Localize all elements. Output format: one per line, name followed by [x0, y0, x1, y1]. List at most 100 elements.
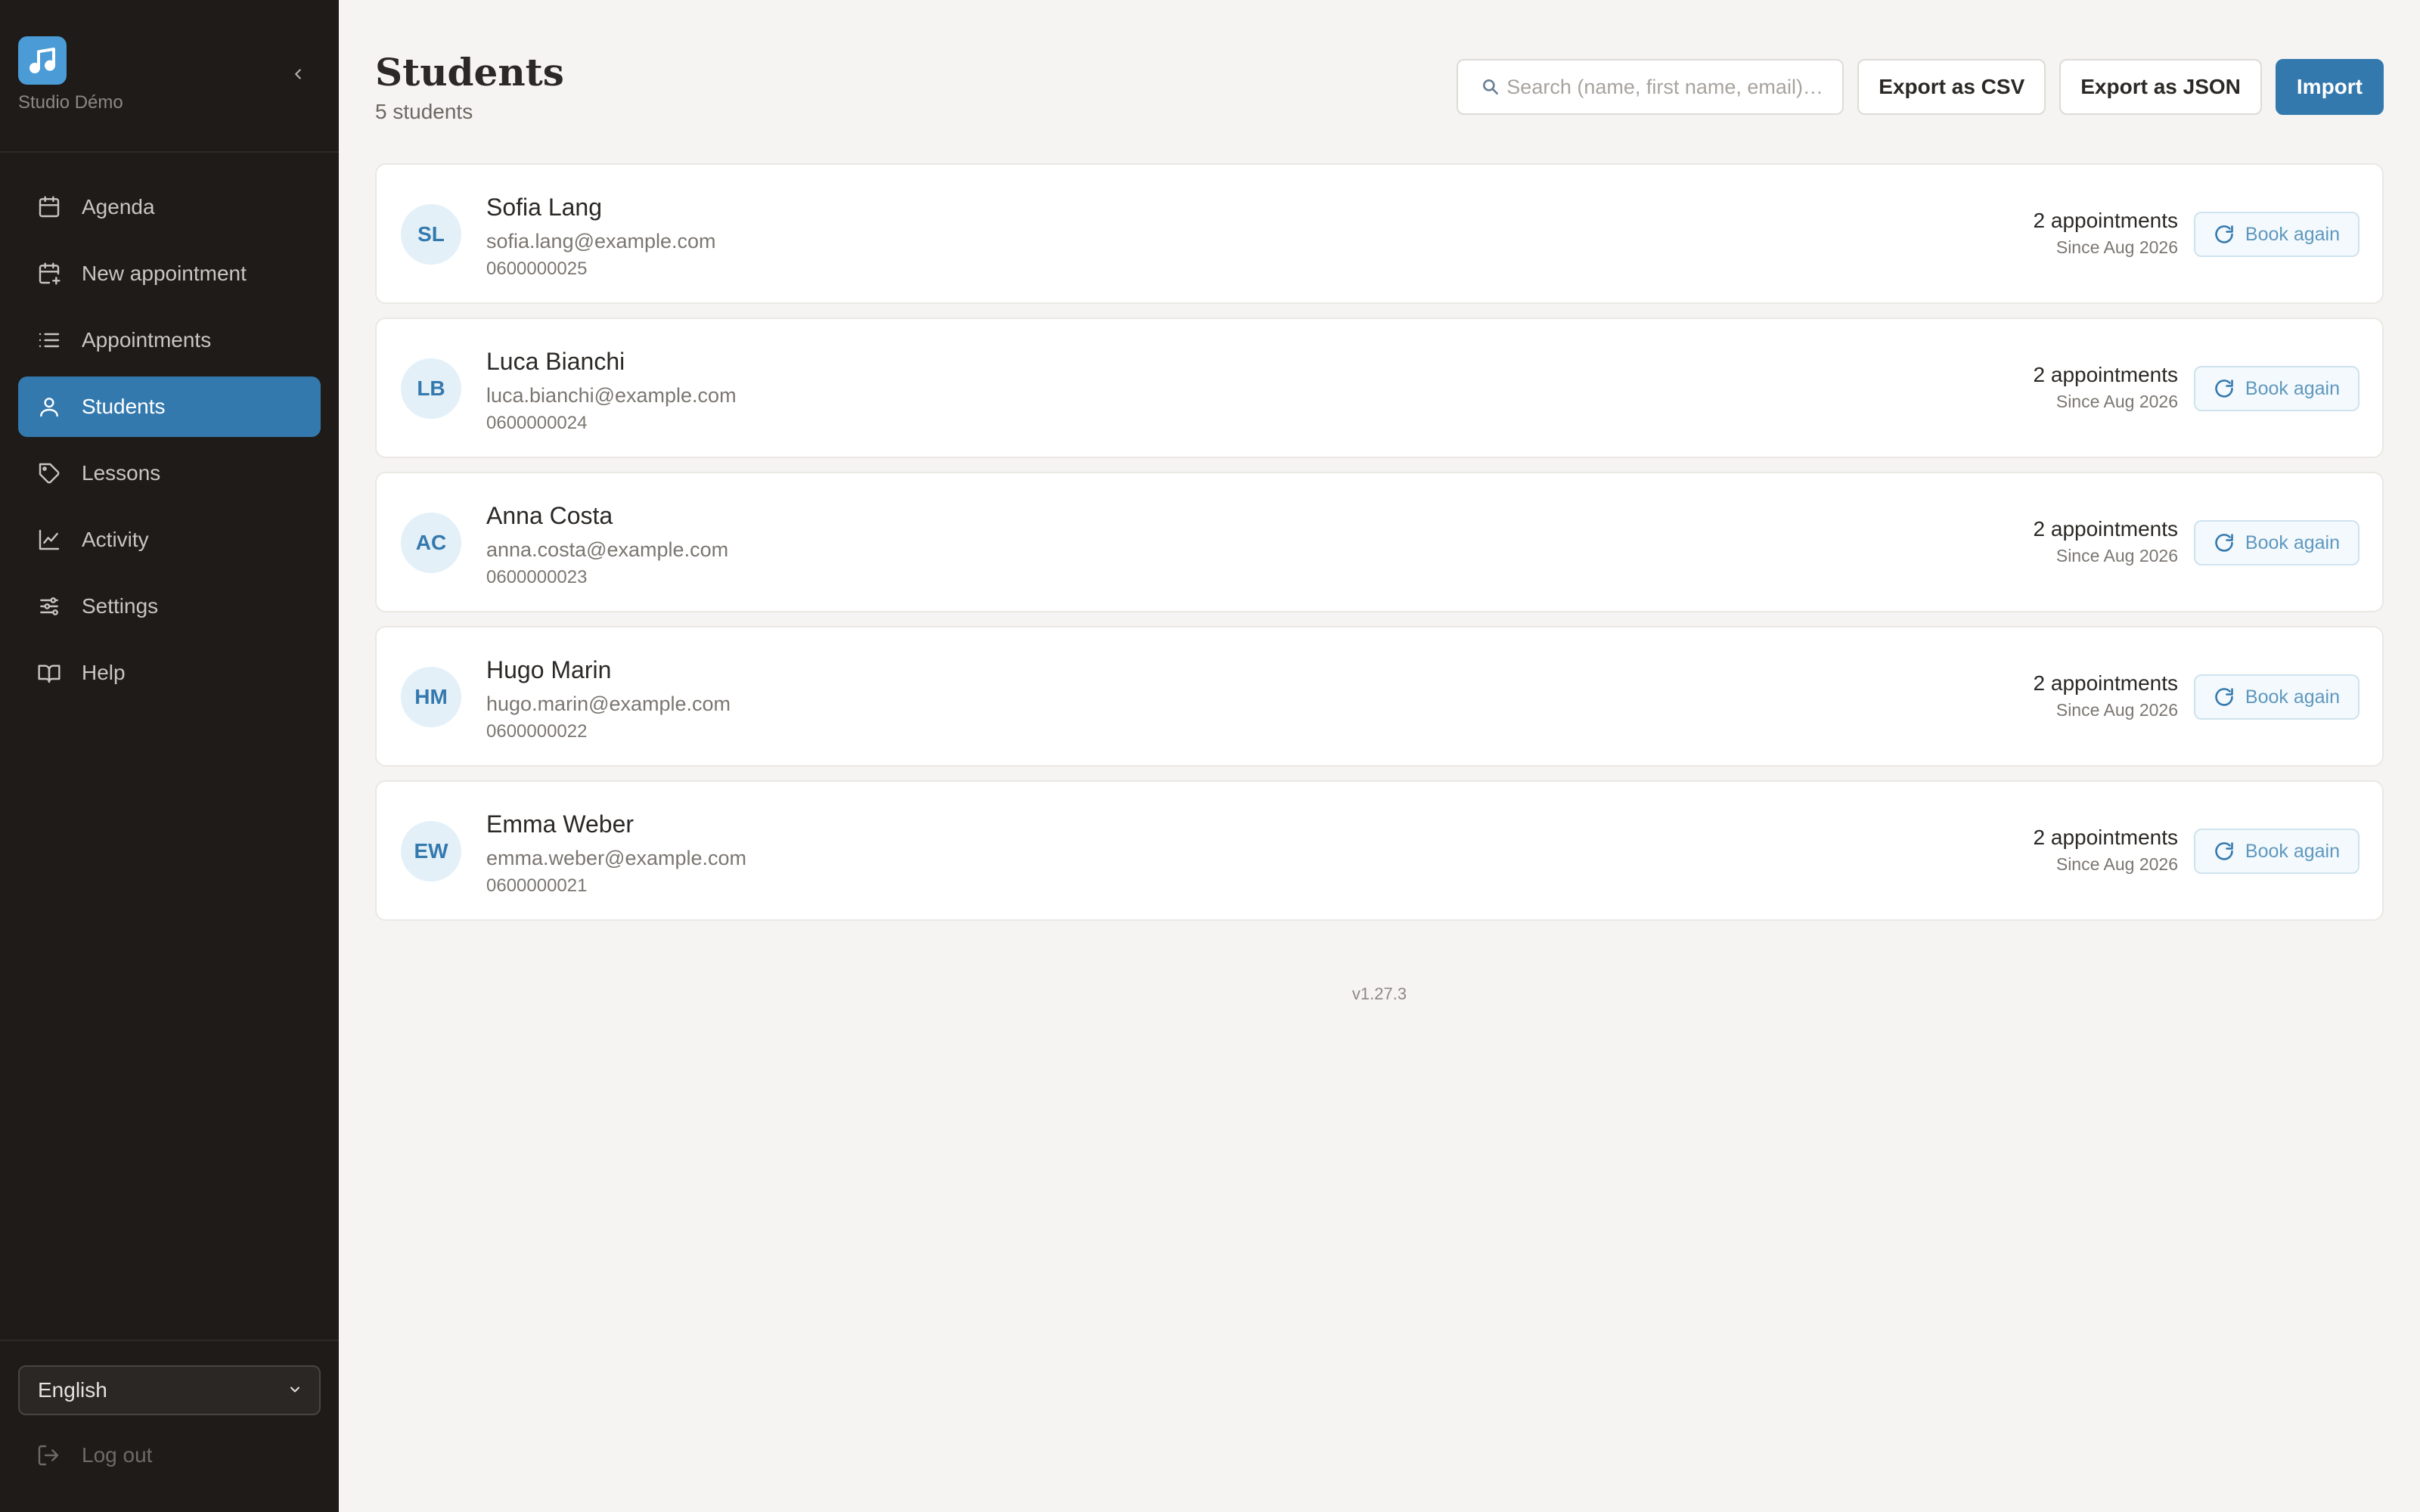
tag-icon: [36, 460, 62, 486]
search-icon: [1481, 77, 1500, 97]
student-name: Luca Bianchi: [486, 348, 625, 375]
student-since: Since Aug 2026: [2055, 392, 2178, 411]
chevron-left-icon: [290, 66, 306, 85]
student-card[interactable]: LB Luca Bianchi luca.bianchi@example.com…: [375, 318, 2384, 458]
sidebar-item-activity[interactable]: Activity: [18, 510, 321, 570]
student-email: luca.bianchi@example.com: [486, 384, 737, 407]
calendar-icon: [36, 194, 62, 220]
sidebar-item-label: New appointment: [82, 262, 247, 285]
sidebar-item-label: Students: [82, 395, 166, 418]
student-card[interactable]: SL Sofia Lang sofia.lang@example.com 060…: [375, 163, 2384, 304]
student-email: emma.weber@example.com: [486, 847, 747, 869]
book-icon: [36, 660, 62, 686]
logout-button[interactable]: Log out: [36, 1442, 152, 1468]
student-email: hugo.marin@example.com: [486, 692, 731, 715]
import-button[interactable]: Import: [2275, 59, 2384, 115]
student-phone: 0600000025: [486, 259, 588, 279]
student-since: Since Aug 2026: [2055, 700, 2178, 720]
user-icon: [36, 394, 62, 420]
book-again-label: Book again: [2245, 377, 2340, 399]
page-title: Students: [375, 50, 564, 94]
collapse-sidebar-button[interactable]: [284, 62, 312, 89]
sidebar-item-agenda[interactable]: Agenda: [18, 177, 321, 237]
student-name: Emma Weber: [486, 810, 634, 838]
brand: Studio Démo: [18, 36, 123, 113]
sidebar-item-appointments[interactable]: Appointments: [18, 310, 321, 370]
export-json-button[interactable]: Export as JSON: [2059, 59, 2262, 115]
student-phone: 0600000024: [486, 413, 588, 433]
student-card[interactable]: EW Emma Weber emma.weber@example.com 060…: [375, 780, 2384, 921]
toolbar: Export as CSV Export as JSON Import: [1457, 59, 2384, 115]
appointment-count: 2 appointments: [2033, 671, 2178, 695]
book-again-label: Book again: [2245, 223, 2340, 245]
app-version: v1.27.3: [1351, 984, 1407, 1003]
calendar-plus-icon: [36, 261, 62, 287]
refresh-icon: [2214, 686, 2236, 708]
refresh-icon: [2214, 377, 2236, 400]
sidebar: Studio Démo Agenda New appointment Appoi…: [0, 0, 339, 1512]
student-name: Sofia Lang: [486, 194, 603, 221]
search-box[interactable]: [1457, 59, 1844, 115]
student-name: Hugo Marin: [486, 656, 612, 683]
student-count: 5 students: [375, 100, 473, 123]
sidebar-item-new-appointment[interactable]: New appointment: [18, 243, 321, 304]
sidebar-divider: [0, 1340, 339, 1341]
sidebar-item-students[interactable]: Students: [18, 376, 321, 437]
language-select-value: English: [38, 1378, 107, 1402]
student-since: Since Aug 2026: [2055, 546, 2178, 565]
sidebar-item-lessons[interactable]: Lessons: [18, 443, 321, 503]
list-icon: [36, 327, 62, 353]
student-meta: 2 appointments Since Aug 2026: [2034, 826, 2178, 875]
book-again-label: Book again: [2245, 531, 2340, 553]
language-select[interactable]: English: [18, 1365, 321, 1415]
student-list: SL Sofia Lang sofia.lang@example.com 060…: [375, 163, 2384, 934]
logout-icon: [36, 1442, 62, 1468]
student-meta: 2 appointments Since Aug 2026: [2034, 363, 2178, 412]
student-since: Since Aug 2026: [2055, 237, 2178, 257]
logout-label: Log out: [82, 1443, 153, 1467]
brand-name: Studio Démo: [18, 92, 123, 113]
sidebar-item-label: Appointments: [82, 328, 212, 352]
book-again-button[interactable]: Book again: [2193, 366, 2360, 411]
avatar: HM: [401, 667, 461, 727]
refresh-icon: [2214, 840, 2236, 863]
student-meta: 2 appointments Since Aug 2026: [2034, 209, 2178, 258]
main-content: Students 5 students Export as CSV Export…: [339, 0, 2420, 1512]
book-again-button[interactable]: Book again: [2193, 212, 2360, 257]
student-meta: 2 appointments Since Aug 2026: [2034, 671, 2178, 720]
appointment-count: 2 appointments: [2033, 826, 2178, 849]
student-name: Anna Costa: [486, 502, 613, 529]
student-email: sofia.lang@example.com: [486, 230, 716, 253]
sidebar-item-help[interactable]: Help: [18, 643, 321, 703]
sidebar-item-settings[interactable]: Settings: [18, 576, 321, 637]
search-input[interactable]: [1506, 75, 1840, 99]
sidebar-item-label: Settings: [82, 594, 159, 618]
refresh-icon: [2214, 223, 2236, 246]
student-card[interactable]: AC Anna Costa anna.costa@example.com 060…: [375, 472, 2384, 612]
sidebar-divider: [0, 151, 339, 153]
appointment-count: 2 appointments: [2033, 209, 2178, 232]
sidebar-item-label: Activity: [82, 528, 149, 551]
refresh-icon: [2214, 531, 2236, 554]
book-again-label: Book again: [2245, 686, 2340, 708]
export-csv-button[interactable]: Export as CSV: [1857, 59, 2046, 115]
student-phone: 0600000021: [486, 875, 588, 896]
book-again-button[interactable]: Book again: [2193, 829, 2360, 874]
appointment-count: 2 appointments: [2033, 363, 2178, 386]
student-card[interactable]: HM Hugo Marin hugo.marin@example.com 060…: [375, 626, 2384, 767]
sidebar-nav: Agenda New appointment Appointments Stud…: [18, 177, 321, 709]
avatar: EW: [401, 821, 461, 881]
book-again-button[interactable]: Book again: [2193, 674, 2360, 720]
appointment-count: 2 appointments: [2033, 517, 2178, 541]
avatar: AC: [401, 513, 461, 573]
avatar: LB: [401, 358, 461, 419]
sliders-icon: [36, 593, 62, 619]
student-meta: 2 appointments Since Aug 2026: [2034, 517, 2178, 566]
chart-line-icon: [36, 527, 62, 553]
sidebar-item-label: Agenda: [82, 195, 155, 218]
student-since: Since Aug 2026: [2055, 854, 2178, 874]
student-email: anna.costa@example.com: [486, 538, 729, 561]
sidebar-item-label: Help: [82, 661, 126, 684]
book-again-button[interactable]: Book again: [2193, 520, 2360, 565]
student-phone: 0600000023: [486, 567, 588, 587]
